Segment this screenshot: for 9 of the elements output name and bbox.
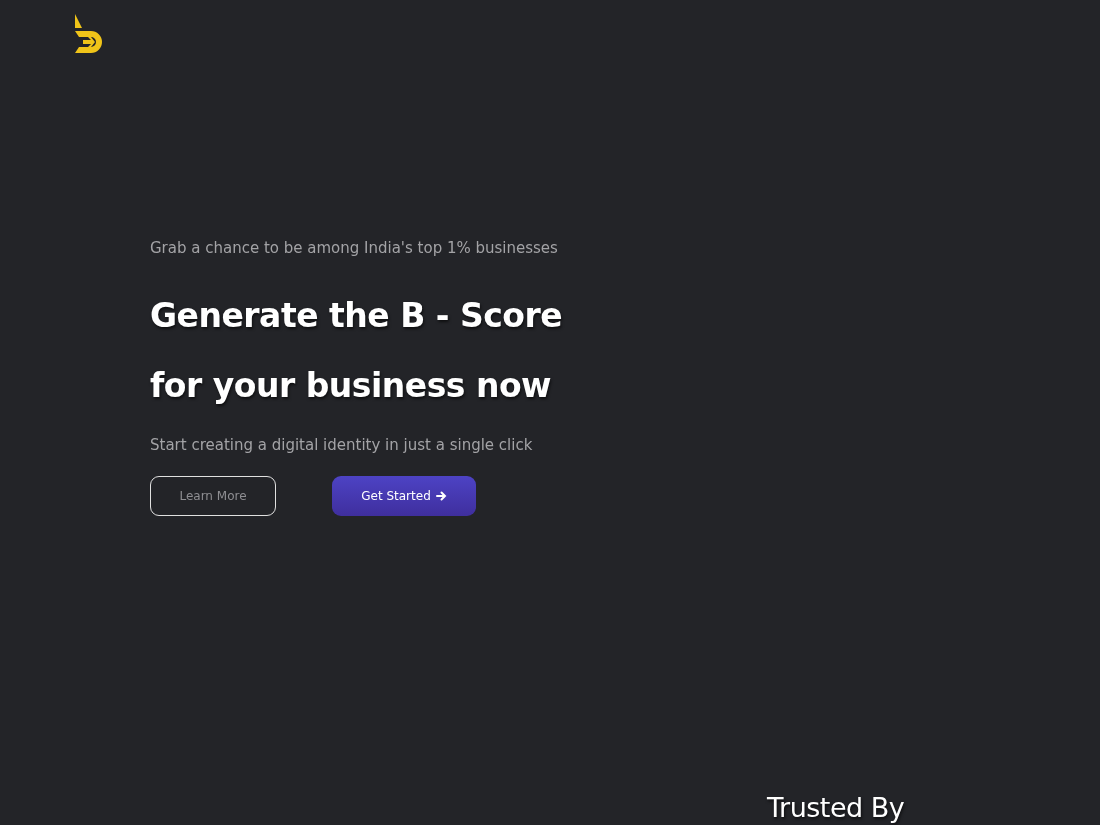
- logo-icon[interactable]: [74, 14, 104, 54]
- learn-more-button[interactable]: Learn More: [150, 476, 276, 516]
- tagline: Grab a chance to be among India's top 1% businesses: [150, 238, 558, 258]
- subtitle: Start creating a digital identity in just a single click: [150, 435, 533, 455]
- section-title: Trusted By: [767, 791, 906, 825]
- get-started-button[interactable]: Get Started: [332, 476, 476, 516]
- headline: Generate the B - Score: [150, 295, 563, 337]
- arrow-right-icon: [435, 491, 447, 501]
- headline: for your business now: [150, 365, 552, 407]
